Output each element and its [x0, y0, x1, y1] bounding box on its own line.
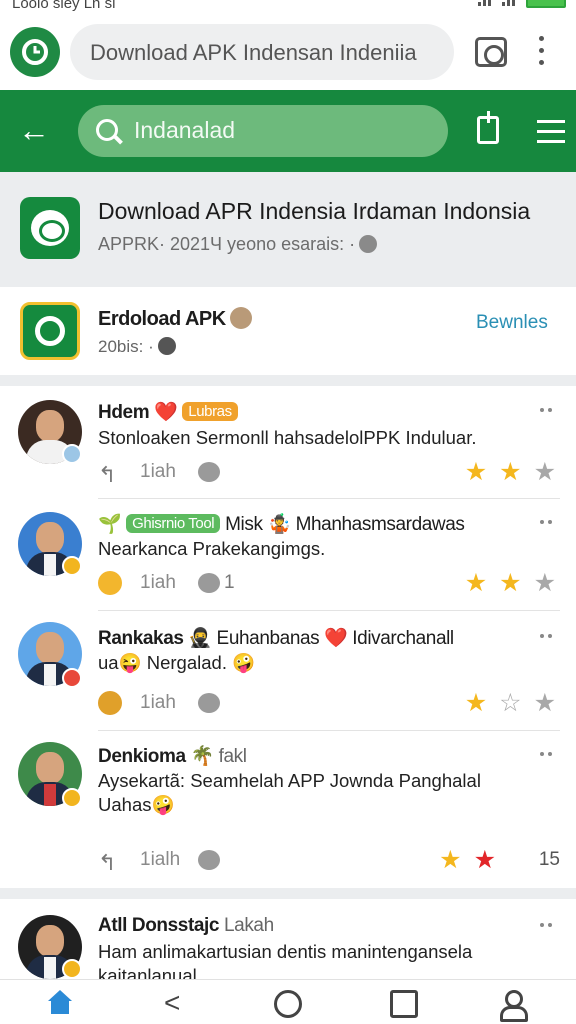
comment-actions: 1iah 1 ★ ★ ★: [98, 569, 560, 599]
back-icon[interactable]: <: [164, 989, 192, 1018]
comment-author: Hdem ❤️ Lubras: [98, 400, 238, 424]
star-icon: ★: [439, 846, 462, 874]
comment-time: 1ialh: [140, 849, 181, 870]
comment-text-line-2: kaitanlanual: [98, 965, 197, 979]
app-title: Download APR Indensia Irdaman Indonsia: [98, 198, 531, 224]
download-app-icon: [20, 302, 80, 360]
comment-text-line-2: Uahas🤪: [98, 794, 175, 815]
star-icon: ★: [464, 569, 488, 597]
app-subtitle: APPRK· 2021Ч yeono esarais: ·: [98, 234, 378, 255]
info-icon: [157, 337, 176, 355]
comment-text: ua😜 Nergalad. 🤪: [98, 652, 256, 673]
more-vert-icon[interactable]: [534, 36, 548, 68]
like-icon[interactable]: [198, 462, 220, 482]
circle-home-icon[interactable]: [274, 990, 302, 1018]
clock-small-icon: [359, 235, 378, 253]
download-card[interactable]: Erdoload APK 20bis: · Bewnles: [0, 287, 576, 375]
app-header: ← Indanalad: [0, 90, 576, 172]
share-icon[interactable]: [477, 111, 499, 144]
divider: [98, 730, 560, 731]
gold-badge-icon: [62, 788, 82, 808]
rating-stars: ★ ★: [439, 846, 496, 874]
verified-badge-icon: [62, 444, 82, 464]
signal-icon-2: [502, 0, 518, 10]
star-icon: ★: [533, 689, 556, 717]
comment-actions: ↰ 1ialh ★ ★ 15: [98, 846, 560, 876]
clock-logo-icon[interactable]: [10, 27, 60, 77]
divider: [98, 610, 560, 611]
star-icon: ★: [473, 846, 496, 874]
more-options-icon[interactable]: [540, 634, 556, 640]
address-bar[interactable]: Download APK Indensan Indeniia: [70, 24, 454, 80]
comment-author: Rankakas 🥷 Euhanbanas ❤️ Idivarchanall: [98, 628, 454, 649]
comment-time: 1iah: [140, 572, 176, 593]
menu-icon[interactable]: [537, 118, 565, 144]
home-icon[interactable]: [46, 990, 74, 1018]
gold-badge-icon: [62, 556, 82, 576]
more-options-icon[interactable]: [540, 408, 556, 414]
bottom-nav: <: [0, 979, 576, 1024]
download-button[interactable]: Bewnles: [476, 312, 548, 334]
star-icon: ★: [464, 689, 488, 717]
like-icon[interactable]: [198, 573, 220, 593]
app-logo-icon: [20, 197, 80, 259]
comment-author: Denkioma 🌴 fakl: [98, 746, 247, 767]
divider: [98, 498, 560, 499]
carrier-label: Loolo sley Ln sl: [12, 0, 116, 12]
comment-actions: 1iah ★ ☆ ★: [98, 689, 560, 719]
star-icon: ★: [499, 458, 522, 486]
comment-text: Aysekartã: Seamhelah APP Jownda Panghala…: [98, 770, 481, 791]
emoji-icon[interactable]: [98, 691, 122, 715]
user-tag: Lubras: [182, 402, 238, 421]
search-icon: [96, 119, 118, 141]
star-icon: ★: [464, 458, 488, 486]
more-options-icon[interactable]: [540, 520, 556, 526]
star-icon: ★: [533, 569, 556, 597]
red-badge-icon: [62, 668, 82, 688]
download-meta: 20bis: ·: [98, 337, 176, 357]
app-info: Download APR Indensia Irdaman Indonsia A…: [0, 172, 576, 282]
avatar-mini-icon: [229, 307, 252, 329]
user-tag: Ghisrnio Tool: [126, 514, 221, 533]
comment-author: 🌱 Ghisrnio Tool Misk 🤹 Mhanhasmsardawas: [98, 514, 465, 535]
comment-time: 1iah: [140, 461, 176, 482]
battery-icon: [526, 0, 566, 8]
comment-text: Nearkanca Prakekangimgs.: [98, 538, 326, 559]
comments-list: Hdem ❤️ Lubras Stonloaken Sermonll hahsa…: [0, 386, 576, 888]
comment-author: Atll Donsstajc Lakah: [98, 915, 274, 936]
comment-actions: ↰ 1iah ★ ★ ★: [98, 458, 560, 488]
signal-icon: [478, 0, 494, 10]
reply-icon[interactable]: ↰: [98, 850, 116, 876]
star-icon: ★: [533, 458, 556, 486]
reply-icon[interactable]: ↰: [98, 462, 116, 488]
star-icon: ★: [499, 569, 522, 597]
rating-stars: ★ ★ ★: [465, 458, 556, 486]
comment-text: Ham anlimakartusian dentis manintenganse…: [98, 941, 473, 962]
comment-card-partial: Atll Donsstajc Lakah Ham anlimakartusian…: [0, 899, 576, 979]
rating-stars: ★ ★ ★: [465, 569, 556, 597]
search-input[interactable]: Indanalad: [78, 105, 448, 157]
status-bar: Loolo sley Ln sl: [0, 0, 576, 14]
comment-time: 1iah: [140, 692, 176, 713]
rating-stars: ★ ☆ ★: [465, 689, 556, 717]
profile-icon[interactable]: [498, 990, 528, 1022]
more-options-icon[interactable]: [540, 752, 556, 758]
like-count: 1: [224, 572, 235, 593]
download-title: Erdoload APK: [98, 307, 252, 331]
emoji-icon[interactable]: [98, 571, 122, 595]
tabs-icon[interactable]: [475, 37, 507, 67]
browser-bar: Download APK Indensan Indeniia: [0, 14, 576, 90]
like-icon[interactable]: [198, 850, 220, 870]
status-icons: [478, 0, 566, 10]
book-icon[interactable]: [390, 990, 418, 1018]
url-text: Download APK Indensan Indeniia: [90, 40, 417, 65]
comment-text: Stonloaken Sermonll hahsadelolPPK Indulu…: [98, 427, 477, 448]
star-icon: ☆: [499, 689, 522, 717]
like-icon[interactable]: [198, 693, 220, 713]
rating-count: 15: [538, 849, 560, 870]
search-text: Indanalad: [134, 117, 236, 143]
more-options-icon[interactable]: [540, 923, 556, 929]
arrow-left-icon[interactable]: ←: [18, 114, 50, 146]
gold-badge-icon: [62, 959, 82, 979]
